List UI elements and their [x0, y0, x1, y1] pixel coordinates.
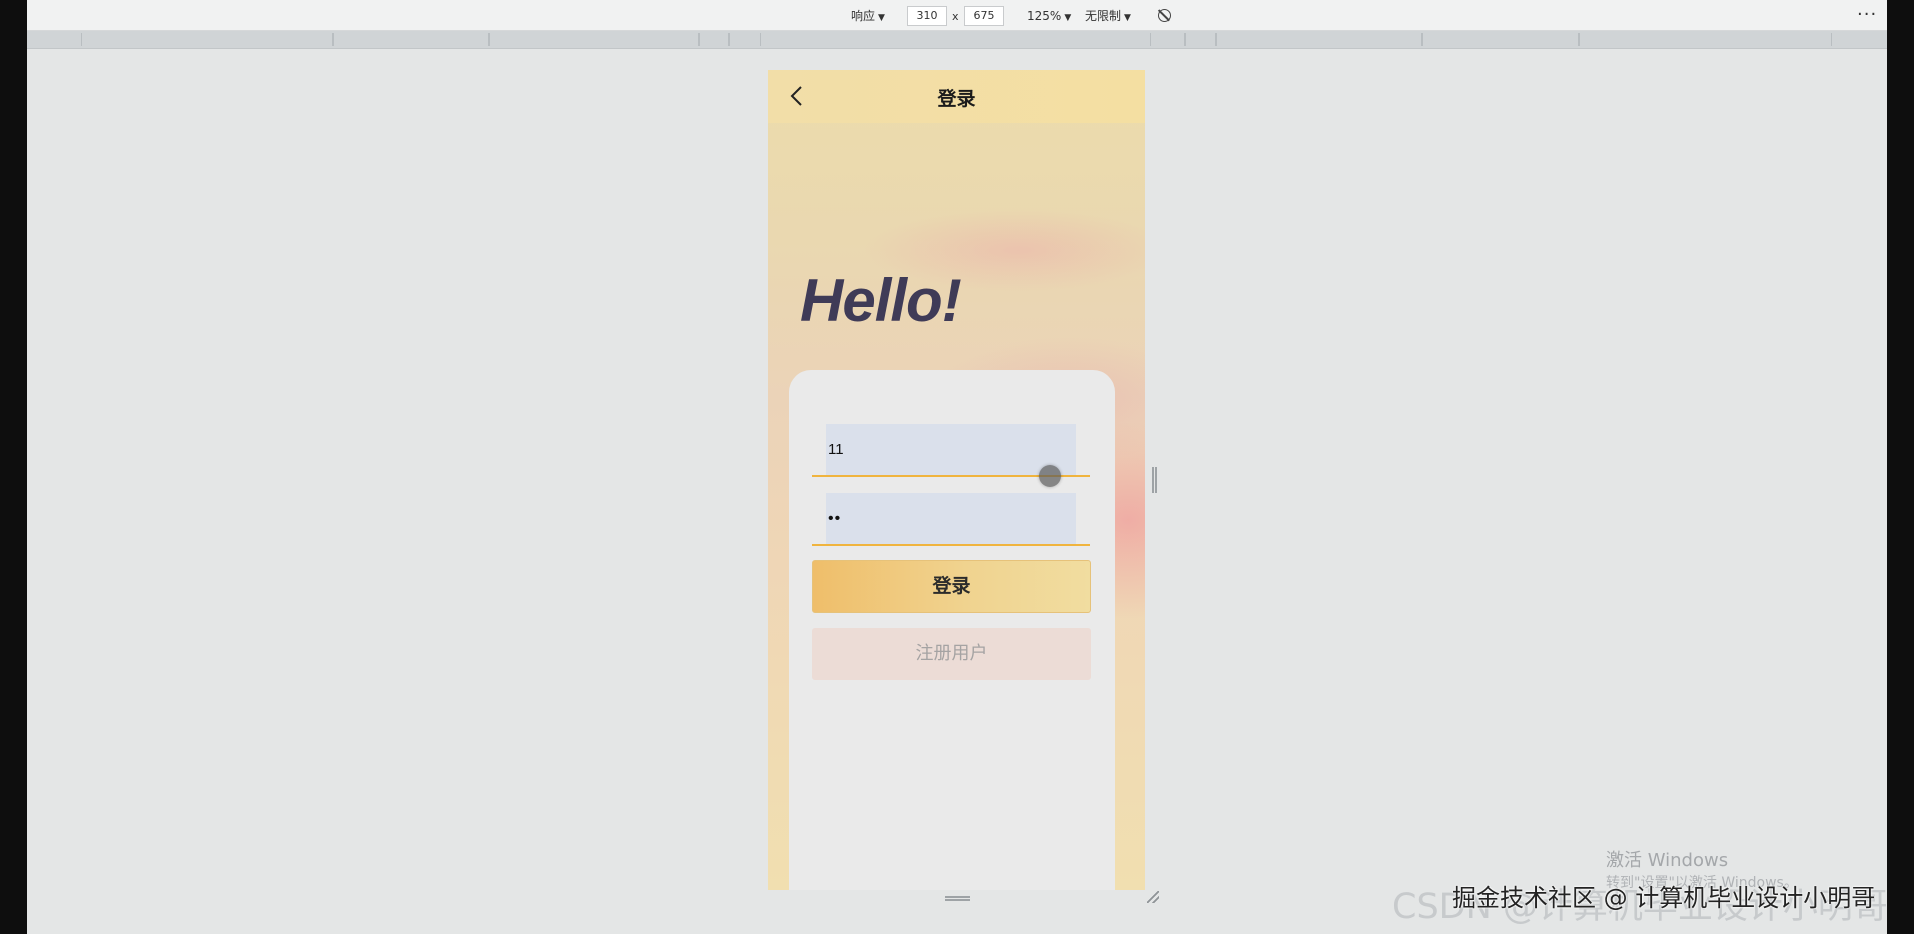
password-input[interactable] — [826, 493, 1076, 544]
ruler-segment[interactable] — [489, 33, 699, 46]
dimension-separator: x — [952, 10, 959, 23]
ruler-segment[interactable] — [333, 33, 489, 46]
ruler-segment[interactable] — [1579, 33, 1832, 46]
resize-handle-right[interactable] — [1152, 467, 1157, 493]
juejin-watermark: 掘金技术社区 @ 计算机毕业设计小明哥 — [1452, 884, 1876, 912]
viewport-width-input[interactable]: 310 — [907, 6, 947, 26]
resize-handle-corner[interactable] — [1147, 891, 1159, 903]
ruler-segment[interactable] — [1150, 33, 1185, 46]
zoom-label: 125% — [1027, 9, 1062, 23]
ruler-segment[interactable] — [1185, 33, 1216, 46]
ruler-segment[interactable] — [81, 33, 333, 46]
ruler-segment[interactable] — [1422, 33, 1579, 46]
page-title: 登录 — [937, 88, 976, 110]
chevron-down-icon: ▼ — [1064, 13, 1072, 23]
chevron-down-icon: ▼ — [878, 13, 885, 23]
device-mode-select[interactable]: 响应 ▼ — [851, 8, 885, 26]
rotate-disabled-icon[interactable] — [1158, 9, 1171, 22]
resize-handle-bottom[interactable] — [945, 896, 970, 901]
login-button[interactable]: 登录 — [812, 560, 1091, 613]
zoom-select[interactable]: 125% ▼ — [1027, 8, 1071, 26]
ruler-segment[interactable] — [729, 33, 761, 46]
viewport-height-input[interactable]: 675 — [964, 6, 1004, 26]
media-query-ruler[interactable] — [27, 31, 1887, 49]
chevron-down-icon: ▼ — [1124, 13, 1131, 23]
windows-activation-title: 激活 Windows — [1606, 850, 1729, 871]
device-mode-label: 响应 — [851, 9, 876, 23]
greeting-heading: Hello! — [800, 267, 962, 334]
register-button[interactable]: 注册用户 — [812, 628, 1091, 680]
screen: 响应 ▼ 310 x 675 125% ▼ 无限制 ▼ ··· 登录 Hello… — [0, 0, 1914, 934]
throttle-label: 无限制 — [1085, 9, 1122, 23]
username-input[interactable] — [826, 424, 1076, 475]
password-field — [812, 493, 1090, 546]
more-dots-icon[interactable]: ··· — [1857, 4, 1877, 25]
left-black-border — [0, 0, 27, 934]
throttle-select[interactable]: 无限制 ▼ — [1085, 8, 1131, 26]
touch-cursor — [1039, 465, 1061, 487]
nav-header: 登录 — [768, 70, 1145, 123]
ruler-segment[interactable] — [1216, 33, 1422, 46]
phone-viewport: 登录 Hello! 登录 注册用户 — [768, 70, 1145, 890]
right-black-border — [1887, 0, 1914, 934]
ruler-segment[interactable] — [699, 33, 729, 46]
device-toolbar: 响应 ▼ 310 x 675 125% ▼ 无限制 ▼ ··· — [27, 0, 1887, 31]
login-card: 登录 注册用户 — [789, 370, 1115, 890]
